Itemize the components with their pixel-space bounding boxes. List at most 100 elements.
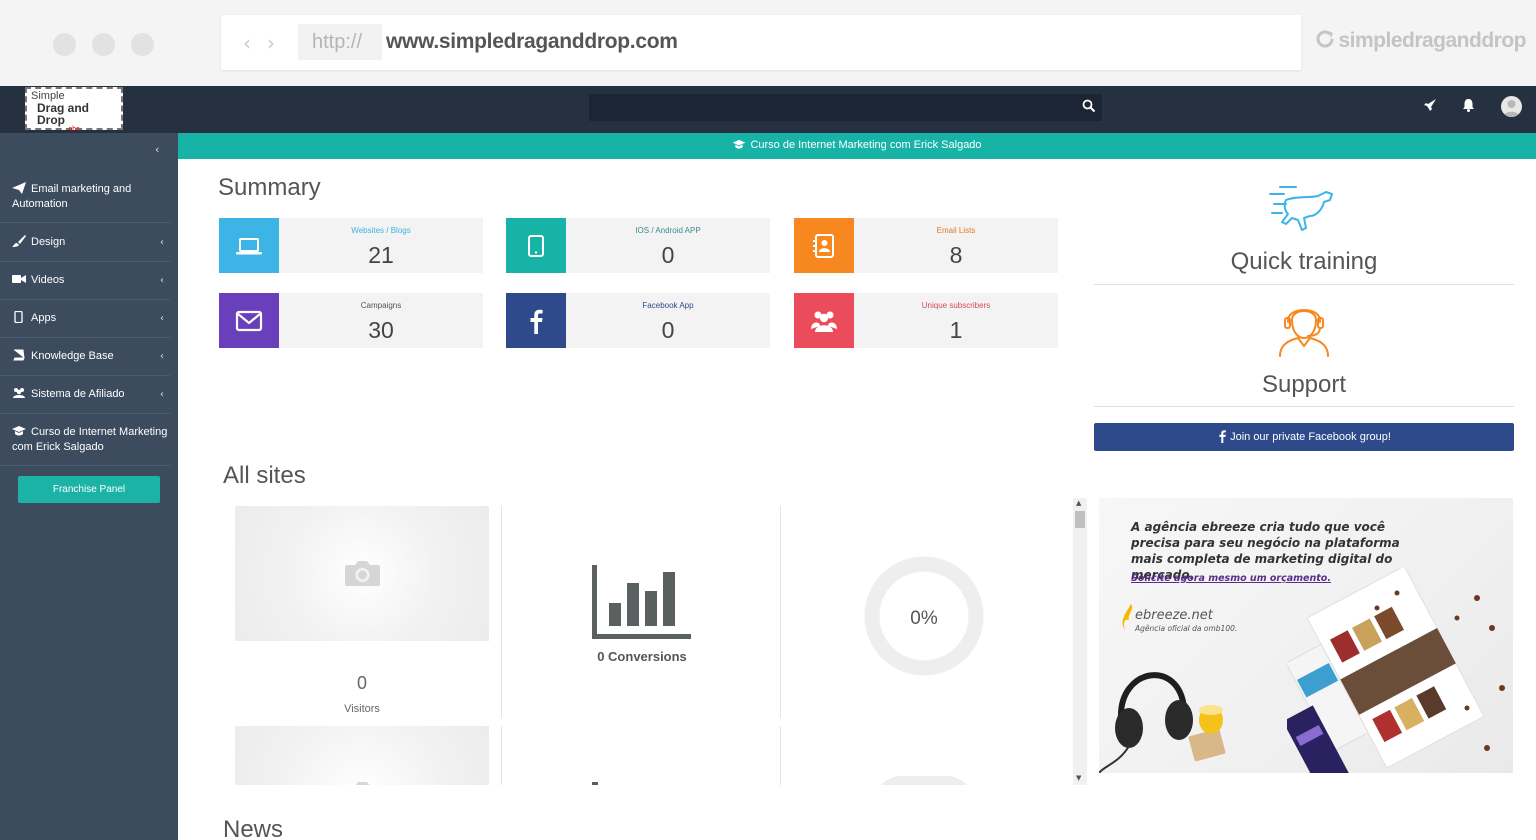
refresh-logo-icon bbox=[1317, 30, 1334, 48]
scrollbar-thumb[interactable] bbox=[1075, 511, 1085, 528]
summary-title: Summary bbox=[218, 174, 321, 201]
support-headset-icon bbox=[1279, 309, 1329, 357]
franchise-panel-button[interactable]: Franchise Panel bbox=[18, 476, 160, 503]
conversions-label: 0 Conversions bbox=[597, 649, 687, 664]
graduation-cap-icon bbox=[733, 139, 746, 149]
sites-list[interactable]: 0 Visitors 0 Conversions 0% ▲ ▼ bbox=[230, 498, 1087, 785]
sidebar-item-label: Apps bbox=[31, 312, 57, 324]
laptop-icon bbox=[236, 238, 262, 255]
rocket-icon[interactable] bbox=[1423, 98, 1437, 112]
ad-brand: ebreeze.net bbox=[1135, 608, 1213, 623]
sidebar-item-email-marketing[interactable]: Email marketing and Automation bbox=[0, 175, 170, 223]
stat-card-unique-subscribers[interactable]: Unique subscribers 1 bbox=[794, 293, 1058, 348]
sidebar-item-label: Videos bbox=[31, 274, 65, 286]
divider bbox=[1094, 284, 1514, 285]
video-camera-icon bbox=[12, 275, 26, 283]
window-maximize-dot[interactable] bbox=[131, 33, 154, 56]
forward-arrow-icon[interactable]: › bbox=[267, 31, 275, 55]
url-text[interactable]: www.simpledraganddrop.com bbox=[386, 24, 678, 60]
sidebar-item-design[interactable]: Design ‹ bbox=[0, 224, 170, 262]
stat-icon-box bbox=[219, 293, 279, 348]
news-title: News bbox=[223, 816, 284, 840]
chevron-left-icon: ‹ bbox=[160, 389, 164, 400]
stat-value: 0 bbox=[661, 317, 675, 343]
address-bar[interactable]: ‹ › http:// www.simpledraganddrop.com bbox=[221, 15, 1301, 70]
camera-icon bbox=[345, 561, 380, 586]
course-banner[interactable]: Curso de Internet Marketing com Erick Sa… bbox=[178, 133, 1536, 159]
window-close-dot[interactable] bbox=[53, 33, 76, 56]
tablet-icon bbox=[14, 311, 23, 323]
sidebar-item-videos[interactable]: Videos ‹ bbox=[0, 262, 170, 300]
search-icon[interactable] bbox=[1082, 99, 1096, 113]
facebook-group-button[interactable]: Join our private Facebook group! bbox=[1094, 423, 1514, 451]
stat-card-apps[interactable]: IOS / Android APP 0 bbox=[506, 218, 770, 273]
stat-icon-box bbox=[506, 218, 566, 273]
back-arrow-icon[interactable]: ‹ bbox=[243, 31, 251, 55]
chevron-left-icon: ‹ bbox=[160, 275, 164, 286]
divider bbox=[780, 506, 781, 718]
stat-card-email-lists[interactable]: Email Lists 8 bbox=[794, 218, 1058, 273]
chevron-left-icon: ‹ bbox=[160, 313, 164, 324]
window-minimize-dot[interactable] bbox=[92, 33, 115, 56]
scroll-up-arrow-icon[interactable]: ▲ bbox=[1076, 499, 1081, 507]
divider bbox=[1094, 406, 1514, 407]
stat-card-campaigns[interactable]: Campaigns 30 bbox=[219, 293, 483, 348]
stat-label: IOS / Android APP bbox=[635, 226, 701, 235]
bar-chart-icon bbox=[592, 565, 691, 639]
user-silhouette-icon bbox=[1503, 100, 1520, 117]
ebreeze-advertisement[interactable]: A agência ebreeze cria tudo que você pre… bbox=[1099, 498, 1513, 773]
stat-card-facebook-app[interactable]: Facebook App 0 bbox=[506, 293, 770, 348]
logo-line-2: Drag and Drop bbox=[37, 101, 90, 127]
sidebar-item-label: Knowledge Base bbox=[31, 350, 114, 362]
website-mockups-image bbox=[1287, 568, 1505, 773]
sidebar-item-label: Design bbox=[31, 236, 66, 248]
sidebar: ‹ Email marketing and Automation Design … bbox=[0, 133, 178, 840]
book-icon bbox=[13, 349, 25, 361]
users-icon bbox=[13, 388, 25, 398]
divider bbox=[501, 726, 502, 785]
stat-value: 21 bbox=[368, 242, 394, 268]
site-thumbnail[interactable] bbox=[235, 726, 489, 785]
chevron-left-icon: ‹ bbox=[160, 237, 164, 248]
bell-icon[interactable] bbox=[1462, 98, 1475, 112]
sidebar-item-label: Email marketing and Automation bbox=[12, 183, 132, 210]
sidebar-item-knowledge-base[interactable]: Knowledge Base ‹ bbox=[0, 338, 170, 376]
camera-icon bbox=[355, 782, 370, 785]
banner-text: Curso de Internet Marketing com Erick Sa… bbox=[750, 139, 982, 151]
user-avatar[interactable] bbox=[1501, 96, 1522, 117]
sidebar-collapse-icon[interactable]: ‹ bbox=[155, 143, 159, 156]
stat-label: Facebook App bbox=[642, 301, 694, 310]
facebook-icon bbox=[530, 309, 543, 334]
site-thumbnail[interactable] bbox=[235, 506, 489, 641]
search-input[interactable] bbox=[589, 94, 1102, 121]
scroll-down-arrow-icon[interactable]: ▼ bbox=[1076, 774, 1081, 782]
sidebar-item-afiliado[interactable]: Sistema de Afiliado ‹ bbox=[0, 376, 170, 414]
sidebar-item-apps[interactable]: Apps ‹ bbox=[0, 300, 170, 338]
browser-chrome: ‹ › http:// www.simpledraganddrop.com si… bbox=[0, 0, 1536, 86]
divider bbox=[780, 726, 781, 785]
chevron-left-icon: ‹ bbox=[160, 351, 164, 362]
address-book-icon bbox=[813, 234, 834, 258]
stat-label: Campaigns bbox=[360, 301, 402, 310]
tablet-icon bbox=[528, 235, 544, 257]
support-title[interactable]: Support bbox=[1094, 371, 1514, 399]
sites-scrollbar[interactable]: ▲ ▼ bbox=[1073, 498, 1087, 785]
envelope-icon bbox=[235, 310, 263, 332]
sidebar-item-label: Sistema de Afiliado bbox=[31, 388, 125, 400]
sidebar-item-curso[interactable]: Curso de Internet Marketing com Erick Sa… bbox=[0, 414, 170, 466]
quick-training-title[interactable]: Quick training bbox=[1094, 248, 1514, 276]
stat-card-websites[interactable]: Websites / Blogs 21 bbox=[219, 218, 483, 273]
stat-icon-box bbox=[794, 218, 854, 273]
app-logo[interactable]: Simple Drag and Drop obc bbox=[25, 87, 123, 133]
stat-icon-box bbox=[506, 293, 566, 348]
graduation-cap-icon bbox=[12, 426, 26, 436]
stat-icon-box bbox=[794, 293, 854, 348]
divider bbox=[501, 506, 502, 718]
facebook-group-label: Join our private Facebook group! bbox=[1230, 431, 1391, 443]
facebook-icon bbox=[1219, 430, 1226, 443]
running-cheetah-icon bbox=[1269, 186, 1333, 231]
visitors-label: Visitors bbox=[344, 703, 380, 715]
stat-value: 0 bbox=[661, 242, 675, 268]
sidebar-item-label: Curso de Internet Marketing com Erick Sa… bbox=[12, 426, 168, 453]
app-topbar: Simple Drag and Drop obc bbox=[0, 86, 1536, 133]
